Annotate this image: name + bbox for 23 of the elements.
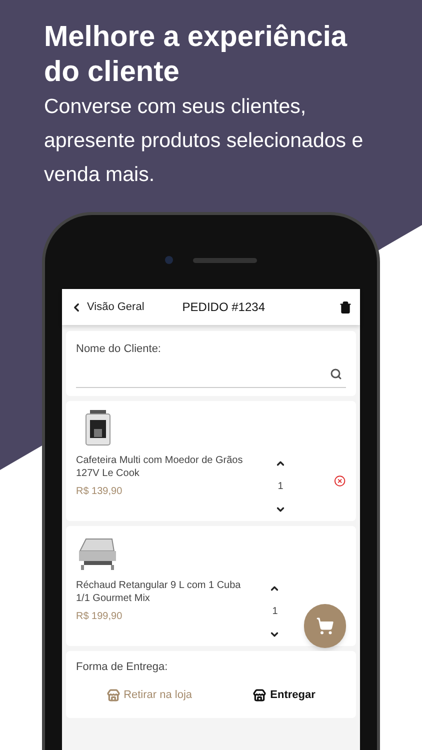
remove-icon[interactable] [334,474,346,486]
store-icon [106,688,120,702]
search-icon [330,368,342,380]
screen-title: PEDIDO #1234 [182,299,265,316]
product-name: Réchaud Retangular 9 L com 1 Cuba 1/1 Gourmet Mix [76,578,242,604]
promo-subtitle: Converse com seus clientes, apresente produtos selecionados e venda mais. [44,94,364,188]
store-icon [253,688,266,702]
camera-icon [165,256,173,264]
customer-field[interactable] [76,368,346,388]
customer-label: Nome do Cliente: [76,342,162,357]
quantity-value: 1 [278,480,284,494]
product-price: R$ 139,90 [76,484,124,498]
product-price: R$ 199,90 [76,610,124,624]
add-to-cart-button[interactable] [304,604,346,648]
delivery-option[interactable]: Entregar [253,687,316,704]
speaker-grille [193,258,257,262]
back-button[interactable]: Visão Geral [70,298,144,316]
promo-title: Melhore a experiência do cliente [44,20,348,90]
delivery-label: Forma de Entrega: [76,660,169,674]
delete-icon[interactable] [339,300,352,314]
product-name: Cafeteira Multi com Moedor de Grãos 127V Le Cook [76,454,244,480]
cart-icon [316,616,334,634]
quantity-value: 1 [272,604,278,618]
